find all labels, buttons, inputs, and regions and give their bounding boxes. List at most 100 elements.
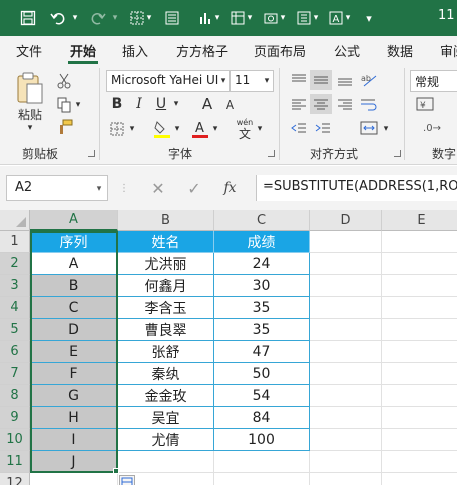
redo-icon[interactable] bbox=[88, 8, 108, 28]
name-cell[interactable]: 吴宜 bbox=[118, 407, 214, 429]
tab-file[interactable]: 文件 bbox=[16, 41, 42, 60]
name-cell[interactable]: 金金玫 bbox=[118, 385, 214, 407]
wrap-text-icon[interactable] bbox=[358, 94, 380, 114]
tab-review[interactable]: 审阅 bbox=[440, 41, 457, 60]
row-header[interactable]: 7 bbox=[0, 363, 30, 385]
align-bottom-icon[interactable] bbox=[334, 70, 356, 90]
increase-decimal-icon[interactable]: .0→ bbox=[412, 118, 452, 138]
form-icon[interactable] bbox=[163, 8, 181, 28]
font-name-combo[interactable]: Microsoft YaHei UI bbox=[106, 70, 230, 92]
font-launcher-icon[interactable] bbox=[268, 150, 275, 157]
tab-fangfang[interactable]: 方方格子 bbox=[176, 41, 228, 60]
score-cell[interactable]: 30 bbox=[214, 275, 310, 297]
align-middle-icon[interactable] bbox=[310, 70, 332, 90]
column-header-d[interactable]: D bbox=[310, 210, 382, 231]
row-header[interactable]: 8 bbox=[0, 385, 30, 407]
tab-page-layout[interactable]: 页面布局 bbox=[254, 41, 306, 60]
seq-cell[interactable]: G bbox=[30, 385, 118, 407]
row-header[interactable]: 6 bbox=[0, 341, 30, 363]
seq-cell[interactable]: I bbox=[30, 429, 118, 451]
cell[interactable] bbox=[118, 451, 214, 473]
italic-button[interactable]: I bbox=[132, 95, 146, 113]
select-all-corner[interactable] bbox=[0, 210, 30, 231]
tab-data[interactable]: 数据 bbox=[387, 41, 413, 60]
name-cell[interactable]: 尤倩 bbox=[118, 429, 214, 451]
redo-dropdown-icon[interactable]: ▾ bbox=[110, 8, 120, 28]
row-header[interactable]: 5 bbox=[0, 319, 30, 341]
name-cell[interactable]: 张舒 bbox=[118, 341, 214, 363]
cancel-icon[interactable]: ✕ bbox=[146, 177, 170, 199]
increase-indent-icon[interactable] bbox=[312, 118, 334, 138]
chart-icon[interactable] bbox=[196, 8, 214, 28]
merge-center-icon[interactable] bbox=[358, 118, 380, 138]
worksheet-grid[interactable]: A B C D E 1 2 3 4 5 6 7 8 9 10 11 12 序列 … bbox=[0, 210, 457, 485]
paste-icon[interactable] bbox=[14, 70, 46, 106]
text-box-icon[interactable]: A bbox=[327, 8, 345, 28]
score-cell[interactable]: 24 bbox=[214, 253, 310, 275]
seq-cell[interactable]: C bbox=[30, 297, 118, 319]
cell[interactable] bbox=[310, 473, 382, 485]
row-header[interactable]: 9 bbox=[0, 407, 30, 429]
cell[interactable] bbox=[382, 473, 457, 485]
tab-formulas[interactable]: 公式 bbox=[334, 41, 360, 60]
seq-cell[interactable]: F bbox=[30, 363, 118, 385]
seq-cell[interactable]: H bbox=[30, 407, 118, 429]
phonetic-guide-button[interactable]: 文 bbox=[236, 126, 254, 141]
row-header[interactable]: 11 bbox=[0, 451, 30, 473]
insert-function-icon[interactable]: fx bbox=[218, 177, 242, 199]
header-cell-name[interactable]: 姓名 bbox=[118, 231, 214, 253]
customize-toolbar-icon[interactable]: ▾ bbox=[362, 8, 376, 28]
cell[interactable] bbox=[214, 451, 310, 473]
align-right-icon[interactable] bbox=[334, 94, 356, 114]
number-format-combo[interactable]: 常规 bbox=[410, 70, 457, 92]
cell[interactable] bbox=[214, 473, 310, 485]
camera-dropdown-icon[interactable]: ▾ bbox=[279, 8, 287, 28]
chart-dropdown-icon[interactable]: ▾ bbox=[213, 8, 221, 28]
phonetic-dropdown-icon[interactable]: ▾ bbox=[256, 123, 264, 135]
enter-icon[interactable]: ✓ bbox=[182, 177, 206, 199]
formula-bar-grip-icon[interactable]: ⋮ bbox=[119, 180, 129, 196]
borders-button-icon[interactable] bbox=[108, 120, 126, 138]
copy-dropdown-icon[interactable]: ▾ bbox=[74, 100, 82, 110]
empty-column-e[interactable] bbox=[382, 253, 457, 473]
fill-color-icon[interactable] bbox=[152, 118, 172, 140]
save-icon[interactable] bbox=[18, 8, 38, 28]
cell[interactable] bbox=[382, 231, 457, 253]
row-header[interactable]: 12 bbox=[0, 473, 30, 485]
font-color-dropdown-icon[interactable]: ▾ bbox=[211, 123, 219, 135]
cell[interactable] bbox=[30, 473, 118, 485]
camera-icon[interactable] bbox=[262, 8, 280, 28]
name-cell[interactable]: 何鑫月 bbox=[118, 275, 214, 297]
seq-cell[interactable]: J bbox=[30, 451, 118, 473]
row-header[interactable]: 2 bbox=[0, 253, 30, 275]
seq-cell[interactable]: B bbox=[30, 275, 118, 297]
grow-font-button[interactable]: A bbox=[198, 95, 216, 113]
name-box-dropdown-icon[interactable]: ▾ bbox=[94, 183, 104, 195]
table-dropdown-icon[interactable]: ▾ bbox=[246, 8, 254, 28]
text-box-dropdown-icon[interactable]: ▾ bbox=[344, 8, 352, 28]
row-header[interactable]: 10 bbox=[0, 429, 30, 451]
header-cell-score[interactable]: 成绩 bbox=[214, 231, 310, 253]
orientation-icon[interactable]: ab bbox=[358, 70, 382, 90]
name-cell[interactable]: 李含玉 bbox=[118, 297, 214, 319]
formula-input[interactable]: =SUBSTITUTE(ADDRESS(1,ROW( bbox=[256, 175, 457, 201]
bold-button[interactable]: B bbox=[110, 95, 124, 113]
seq-cell[interactable]: D bbox=[30, 319, 118, 341]
score-cell[interactable]: 35 bbox=[214, 297, 310, 319]
name-cell[interactable]: 秦纨 bbox=[118, 363, 214, 385]
row-header[interactable]: 4 bbox=[0, 297, 30, 319]
column-header-a[interactable]: A bbox=[30, 210, 118, 231]
merge-dropdown-icon[interactable]: ▾ bbox=[382, 123, 390, 135]
seq-cell[interactable]: A bbox=[30, 253, 118, 275]
tab-home[interactable]: 开始 bbox=[70, 41, 96, 60]
header-cell-seq[interactable]: 序列 bbox=[30, 231, 118, 253]
fill-handle[interactable] bbox=[113, 468, 119, 474]
tab-insert[interactable]: 插入 bbox=[122, 41, 148, 60]
decrease-indent-icon[interactable] bbox=[288, 118, 310, 138]
font-name-dropdown-icon[interactable]: ▾ bbox=[218, 74, 228, 88]
column-header-c[interactable]: C bbox=[214, 210, 310, 231]
cut-icon[interactable] bbox=[56, 72, 72, 90]
paste-dropdown-icon[interactable]: ▾ bbox=[22, 122, 38, 134]
name-cell[interactable]: 曹良翠 bbox=[118, 319, 214, 341]
align-left-icon[interactable] bbox=[288, 94, 310, 114]
